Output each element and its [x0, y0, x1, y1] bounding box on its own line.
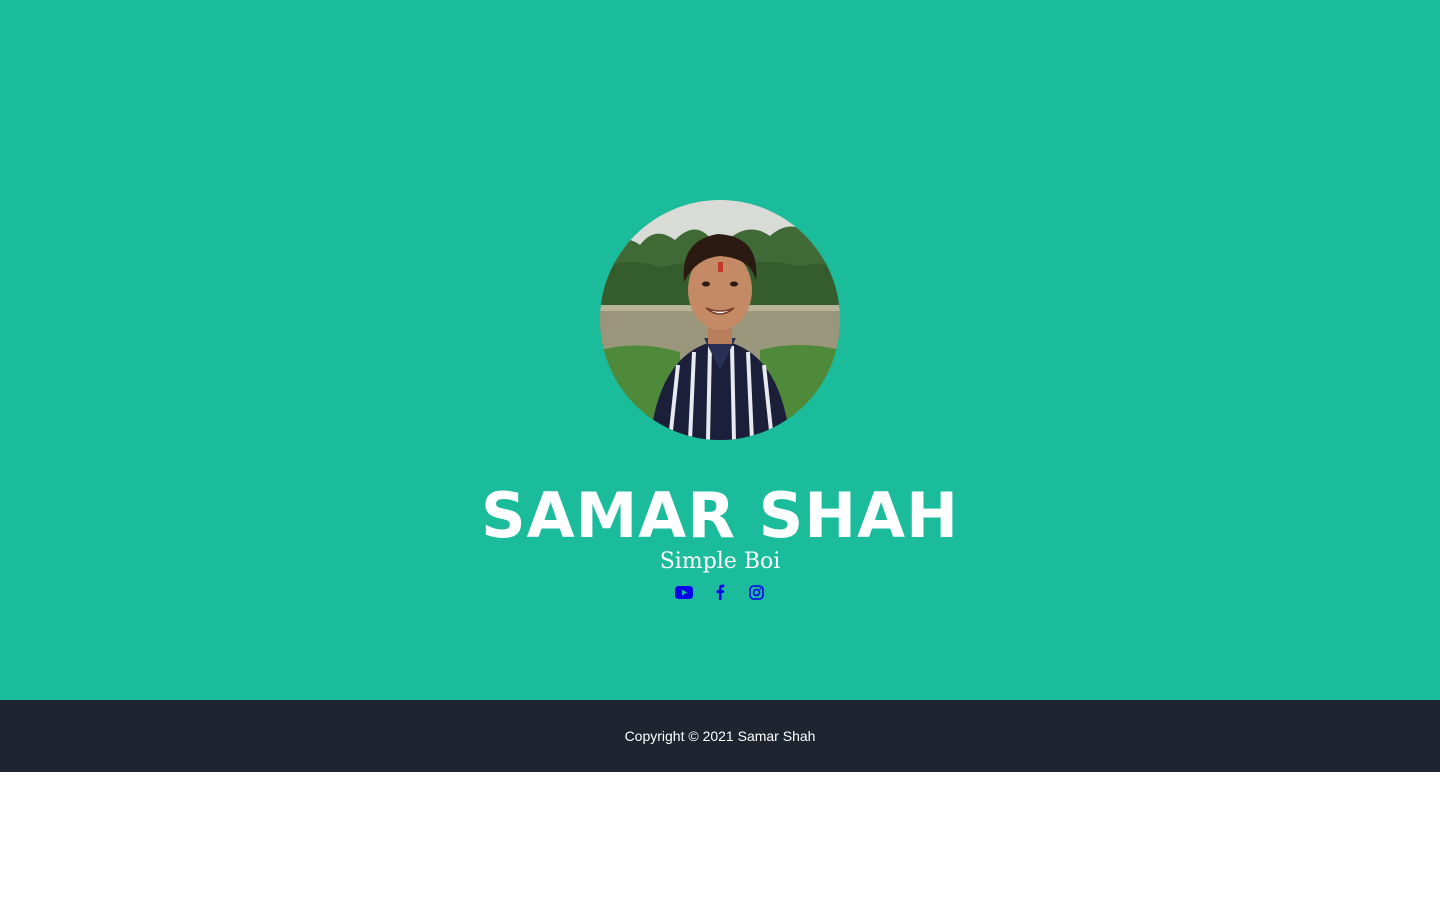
hero-section: SAMAR SHAH Simple Boi — [0, 0, 1440, 700]
youtube-icon — [675, 585, 693, 599]
facebook-icon — [716, 584, 725, 600]
social-links — [0, 581, 1440, 603]
instagram-icon — [748, 584, 764, 600]
facebook-link[interactable] — [702, 581, 738, 603]
profile-name: SAMAR SHAH — [480, 479, 960, 552]
youtube-link[interactable] — [666, 581, 702, 603]
copyright-text: Copyright © 2021 Samar Shah — [624, 728, 816, 744]
profile-photo — [600, 200, 840, 440]
instagram-link[interactable] — [738, 581, 774, 603]
profile-tagline: Simple Boi — [659, 549, 781, 574]
